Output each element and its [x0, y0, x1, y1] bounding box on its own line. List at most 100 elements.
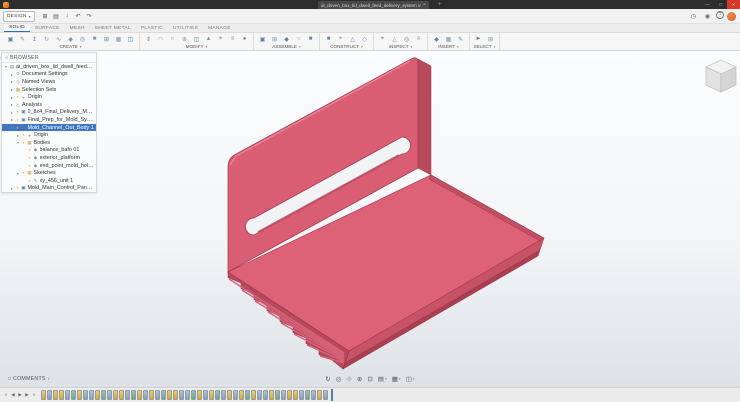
- visibility-bulb-icon[interactable]: ●: [28, 164, 32, 168]
- tree-item-0-8x4-final-delivery-mechanism-1[interactable]: ▸●▣0_8x4_Final_Delivery_Mechanism 1: [2, 109, 96, 117]
- timeline-feature-fillet-35[interactable]: [245, 390, 250, 400]
- ribbon-group-label-create[interactable]: CREATE▾: [5, 44, 136, 50]
- mirror-tool-icon[interactable]: ◫: [125, 34, 136, 44]
- timeline-feature-sketch-17[interactable]: [137, 390, 142, 400]
- timeline-feature-extrude-41[interactable]: [281, 390, 286, 400]
- loft-tool-icon[interactable]: ◆: [65, 34, 76, 44]
- timeline-feature-sketch-19[interactable]: [149, 390, 154, 400]
- viewport-canvas[interactable]: ⌂ « BROWSER ▾▤ai_driven_box_lid_dwell_fe…: [0, 51, 740, 387]
- model-bracket[interactable]: [228, 58, 544, 369]
- insert-mesh-tool-icon[interactable]: ▦: [443, 34, 454, 44]
- draft-tool-icon[interactable]: ▲: [203, 34, 214, 44]
- help-icon[interactable]: ?: [716, 11, 724, 19]
- tab-plastic[interactable]: PLASTIC: [136, 24, 168, 32]
- plane-at-angle-tool-icon[interactable]: ◇: [359, 34, 370, 44]
- tree-item-mold-main-control-panel-1[interactable]: ▸●▣Mold_Main_Control_Panel 1: [2, 185, 96, 193]
- draft-analysis-tool-icon[interactable]: ◎: [401, 34, 412, 44]
- timeline-feature-sketch-43[interactable]: [293, 390, 298, 400]
- timeline-feature-extrude-9[interactable]: [89, 390, 94, 400]
- timeline-feature-fillet-11[interactable]: [101, 390, 106, 400]
- workspace-selector[interactable]: DESIGN ▾: [3, 11, 35, 22]
- file-menu-icon[interactable]: ▤: [51, 11, 62, 22]
- collapse-arrow-icon[interactable]: ▾: [4, 64, 8, 69]
- redo-icon[interactable]: ↷: [84, 11, 95, 22]
- tab-utilities[interactable]: UTILITIES: [168, 24, 203, 32]
- expand-arrow-icon[interactable]: ▸: [10, 102, 14, 107]
- timeline-feature-extrude-15[interactable]: [125, 390, 130, 400]
- tree-item-origin[interactable]: ▸●⌖Origin: [2, 131, 96, 139]
- revolve-tool-icon[interactable]: ↻: [41, 34, 52, 44]
- construction-axis-tool-icon[interactable]: ⌖: [335, 34, 346, 44]
- timeline-feature-extrude-31[interactable]: [221, 390, 226, 400]
- ribbon-group-label-modify[interactable]: MODIFY▾: [143, 44, 250, 50]
- timeline-feature-fillet-40[interactable]: [275, 390, 280, 400]
- ribbon-group-label-inspect[interactable]: INSPECT▾: [377, 44, 424, 50]
- timeline-feature-extrude-44[interactable]: [299, 390, 304, 400]
- tab-sheet-metal[interactable]: SHEET METAL: [90, 24, 136, 32]
- ribbon-group-label-assemble[interactable]: ASSEMBLE▾: [257, 44, 316, 50]
- timeline-feature-extrude-8[interactable]: [83, 390, 88, 400]
- construction-point-tool-icon[interactable]: △: [347, 34, 358, 44]
- tab-surface[interactable]: SURFACE: [30, 24, 65, 32]
- expand-arrow-icon[interactable]: ▸: [10, 110, 14, 115]
- timeline-feature-sketch-1[interactable]: [41, 390, 46, 400]
- timeline-feature-sketch-34[interactable]: [239, 390, 244, 400]
- timeline-feature-sketch-14[interactable]: [119, 390, 124, 400]
- timeline-feature-sketch-4[interactable]: [59, 390, 64, 400]
- timeline-feature-fillet-6[interactable]: [71, 390, 76, 400]
- pan-button[interactable]: ⊹: [346, 375, 351, 383]
- timeline-feature-fillet-21[interactable]: [161, 390, 166, 400]
- change-parameters-tool-icon[interactable]: ≡: [227, 34, 238, 44]
- timeline-feature-sketch-3[interactable]: [53, 390, 58, 400]
- pattern-tool-icon[interactable]: ⊞: [101, 34, 112, 44]
- fillet-tool-icon[interactable]: ◠: [155, 34, 166, 44]
- timeline-marker[interactable]: [331, 389, 333, 401]
- as-built-joint-tool-icon[interactable]: ◆: [281, 34, 292, 44]
- ribbon-group-label-insert[interactable]: INSERT▾: [431, 44, 466, 50]
- tree-item-exterior-platform[interactable]: ●◆exterior_platform: [2, 154, 96, 162]
- tree-item-end-point-mold-holder[interactable]: ●◆end_point_mold_holder: [2, 162, 96, 170]
- visibility-bulb-icon[interactable]: ●: [16, 118, 20, 122]
- close-button[interactable]: ×: [727, 0, 740, 9]
- motion-link-tool-icon[interactable]: ■: [305, 34, 316, 44]
- visibility-bulb-icon[interactable]: ●: [22, 171, 26, 175]
- visibility-bulb-icon[interactable]: ●: [28, 179, 32, 183]
- tab-mesh[interactable]: MESH: [65, 24, 90, 32]
- shell-tool-icon[interactable]: ○: [167, 34, 178, 44]
- fit-button[interactable]: ⊡: [367, 375, 372, 383]
- timeline-feature-extrude-12[interactable]: [107, 390, 112, 400]
- save-icon[interactable]: ↓: [62, 11, 73, 22]
- go-to-start-button[interactable]: «: [3, 392, 9, 398]
- tree-item-bodies[interactable]: ▾●▦Bodies: [2, 139, 96, 147]
- step-forward-button[interactable]: ▶: [24, 392, 30, 398]
- select-tool-icon[interactable]: ►: [473, 34, 484, 44]
- section-analysis-tool-icon[interactable]: △: [389, 34, 400, 44]
- data-panel-icon[interactable]: ⊞: [40, 11, 51, 22]
- tab-manage[interactable]: MANAGE: [203, 24, 236, 32]
- maximize-button[interactable]: □: [714, 0, 727, 9]
- rigid-group-tool-icon[interactable]: ○: [293, 34, 304, 44]
- insert-derive-tool-icon[interactable]: ◆: [431, 34, 442, 44]
- grid-and-snaps-button[interactable]: ▦▾: [392, 375, 401, 383]
- collapse-arrow-icon[interactable]: ▾: [10, 125, 14, 130]
- visibility-bulb-icon[interactable]: ●: [16, 186, 20, 190]
- display-mesh-tool-icon[interactable]: ≡: [413, 34, 424, 44]
- tree-item-named-views[interactable]: ▸◎Named Views: [2, 78, 96, 86]
- go-to-end-button[interactable]: »: [31, 392, 37, 398]
- expand-arrow-icon[interactable]: ▸: [10, 79, 14, 84]
- ribbon-group-label-construct[interactable]: CONSTRUCT▾: [323, 44, 370, 50]
- minimize-button[interactable]: —: [701, 0, 714, 9]
- ribbon-group-label-select[interactable]: SELECT▾: [473, 44, 496, 50]
- tree-item-selection-sets[interactable]: ▸▦Selection Sets: [2, 86, 96, 94]
- measure-tool-icon[interactable]: ⌖: [377, 34, 388, 44]
- tree-item-final-prep-for-mold-system-1[interactable]: ▸●▣Final_Prep_for_Mold_System 1: [2, 116, 96, 124]
- timeline-feature-extrude-48[interactable]: [323, 390, 328, 400]
- timeline-feature-sketch-36[interactable]: [251, 390, 256, 400]
- hole-tool-icon[interactable]: ◎: [77, 34, 88, 44]
- press-pull-tool-icon[interactable]: ⇕: [143, 34, 154, 44]
- tree-item-document-settings[interactable]: ▸⚙Document Settings: [2, 71, 96, 79]
- expand-arrow-icon[interactable]: ▸: [10, 87, 14, 92]
- timeline-feature-sketch-7[interactable]: [77, 390, 82, 400]
- joint-tool-icon[interactable]: ⊞: [269, 34, 280, 44]
- timeline-feature-sketch-47[interactable]: [317, 390, 322, 400]
